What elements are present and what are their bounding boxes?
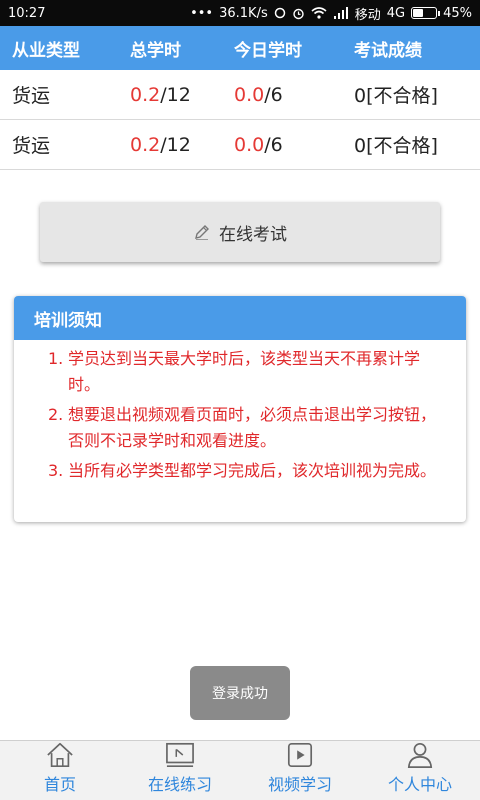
sync-icon xyxy=(274,7,285,19)
nav-item-video[interactable]: 视频学习 xyxy=(240,741,360,800)
status-dots: ••• xyxy=(190,5,214,21)
online-exam-label: 在线考试 xyxy=(219,224,287,245)
row-exam-score: 0[不合格] xyxy=(354,85,438,107)
wifi-icon xyxy=(311,7,327,19)
alarm-icon xyxy=(293,8,304,19)
carrier-name: 移动 xyxy=(354,7,381,23)
nav-label: 个人中心 xyxy=(387,775,452,794)
total-done: 0.2 xyxy=(130,83,161,106)
notice-item-number: 1. xyxy=(48,349,64,368)
row-today-hours: 0.0/6 xyxy=(224,134,346,156)
notice-item-text: 当所有必学类型都学习完成后，该次培训视为完成。 xyxy=(68,461,437,480)
total-done: 0.2 xyxy=(130,133,161,156)
header-type: 从业类型 xyxy=(12,40,80,61)
notice-title: 培训须知 xyxy=(14,296,466,340)
signal-icon xyxy=(333,7,348,19)
notice-item-text: 想要退出视频观看页面时，必须点击退出学习按钮，否则不记录学时和观看进度。 xyxy=(68,405,437,450)
notice-item-number: 3. xyxy=(48,461,64,480)
total-max: /12 xyxy=(160,133,191,156)
toast-text: 登录成功 xyxy=(212,686,268,702)
network-speed: 36.1K/s xyxy=(219,5,268,21)
user-icon xyxy=(407,742,433,768)
status-bar: 10:27 ••• 36.1K/s 移动 4G 45% xyxy=(0,0,480,26)
notice-list: 1. 学员达到当天最大学时后，该类型当天不再累计学时。 2. 想要退出视频观看页… xyxy=(14,340,466,484)
today-done: 0.0 xyxy=(234,133,265,156)
row-total-hours: 0.2/12 xyxy=(120,84,224,106)
network-type: 4G xyxy=(386,5,406,21)
row-today-hours: 0.0/6 xyxy=(224,84,346,106)
nav-item-home[interactable]: 首页 xyxy=(0,741,120,800)
table-row[interactable]: 货运 0.2/12 0.0/6 0[不合格] xyxy=(0,70,480,120)
status-right: ••• 36.1K/s 移动 4G 45% xyxy=(190,4,472,23)
battery-icon xyxy=(411,7,441,19)
nav-item-profile[interactable]: 个人中心 xyxy=(360,741,480,800)
notice-item-number: 2. xyxy=(48,405,64,424)
table-row[interactable]: 货运 0.2/12 0.0/6 0[不合格] xyxy=(0,120,480,170)
battery-fill xyxy=(413,9,423,17)
notice-item-text: 学员达到当天最大学时后，该类型当天不再累计学时。 xyxy=(68,349,421,394)
nav-item-practice[interactable]: 在线练习 xyxy=(120,741,240,800)
notice-item: 3. 当所有必学类型都学习完成后，该次培训视为完成。 xyxy=(48,458,444,484)
pencil-icon xyxy=(195,225,209,240)
video-icon xyxy=(287,742,313,768)
today-done: 0.0 xyxy=(234,83,265,106)
training-notice: 培训须知 1. 学员达到当天最大学时后，该类型当天不再累计学时。 2. 想要退出… xyxy=(14,296,466,522)
nav-label: 视频学习 xyxy=(267,775,332,794)
header-total-hours: 总学时 xyxy=(130,40,181,61)
row-type: 货运 xyxy=(12,135,51,157)
notice-item: 1. 学员达到当天最大学时后，该类型当天不再累计学时。 xyxy=(48,346,444,398)
header-exam-score: 考试成绩 xyxy=(354,40,422,61)
status-time: 10:27 xyxy=(8,5,46,21)
row-total-hours: 0.2/12 xyxy=(120,134,224,156)
login-success-toast: 登录成功 xyxy=(190,666,290,720)
home-icon xyxy=(47,742,73,768)
total-max: /12 xyxy=(160,83,191,106)
bottom-nav: 首页 在线练习 视频学习 个人中心 xyxy=(0,740,480,800)
online-exam-button[interactable]: 在线考试 xyxy=(40,202,440,262)
notice-item: 2. 想要退出视频观看页面时，必须点击退出学习按钮，否则不记录学时和观看进度。 xyxy=(48,402,444,454)
table-body: 货运 0.2/12 0.0/6 0[不合格] 货运 0.2/12 0.0/6 0… xyxy=(0,70,480,170)
today-max: /6 xyxy=(264,133,283,156)
row-type: 货运 xyxy=(12,85,51,107)
practice-icon xyxy=(166,742,194,768)
row-exam-score: 0[不合格] xyxy=(354,135,438,157)
today-max: /6 xyxy=(264,83,283,106)
header-today-hours: 今日学时 xyxy=(234,40,302,61)
battery-percent: 45% xyxy=(443,5,472,21)
nav-label: 首页 xyxy=(43,775,76,794)
nav-label: 在线练习 xyxy=(147,775,212,794)
table-header: 从业类型 总学时 今日学时 考试成绩 xyxy=(0,26,480,70)
